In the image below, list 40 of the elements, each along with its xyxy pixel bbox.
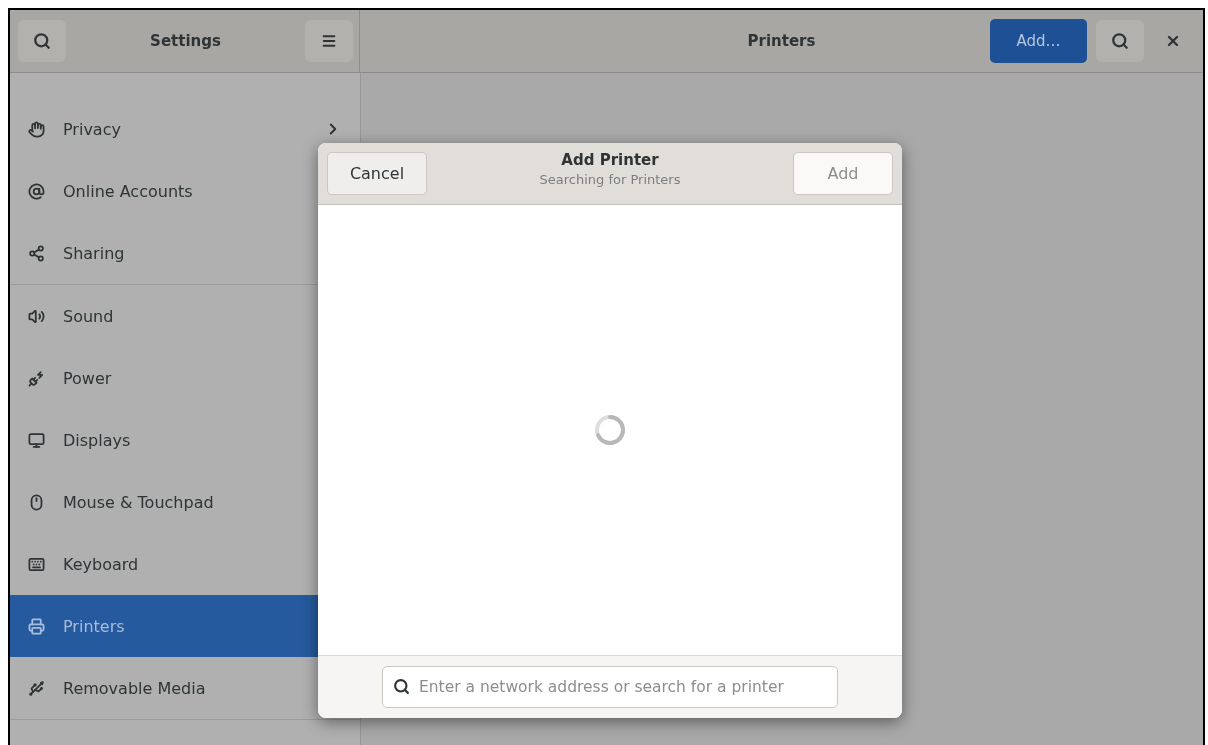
hand-icon	[28, 120, 45, 138]
sidebar-item[interactable]: Keyboard	[10, 533, 360, 595]
keyboard-icon	[28, 555, 45, 573]
sidebar-label: Removable Media	[63, 678, 207, 698]
close-icon	[1165, 33, 1181, 49]
menu-icon	[321, 33, 337, 49]
sidebar-item[interactable]: Power	[10, 347, 360, 409]
dialog-title: Add Printer	[561, 151, 659, 169]
mouse-icon	[28, 493, 45, 511]
search-field[interactable]: Enter a network address or search for a printer	[382, 666, 838, 708]
speaker-icon	[28, 307, 45, 325]
sidebar-item[interactable]: Sound	[10, 285, 360, 347]
add-button[interactable]: Add…	[990, 19, 1087, 63]
sidebar-item[interactable]: Removable Media	[10, 657, 360, 719]
sidebar-label: Sound	[63, 306, 115, 326]
search-button[interactable]	[1096, 20, 1144, 62]
menu-button[interactable]	[305, 20, 353, 62]
at-sign-icon	[28, 182, 45, 200]
search-button[interactable]	[18, 20, 66, 62]
search-icon	[33, 32, 51, 50]
sidebar-label: Power	[63, 368, 113, 388]
search-icon	[1111, 32, 1129, 50]
page-title: Printers	[747, 32, 816, 50]
printer-icon	[28, 617, 45, 635]
sidebar-label: Sharing	[63, 243, 126, 263]
sidebar-label: Keyboard	[63, 554, 140, 574]
sidebar-label: Privacy	[63, 119, 122, 139]
sidebar-item[interactable]: Displays	[10, 409, 360, 471]
share-icon	[28, 244, 45, 262]
sidebar-label: Printers	[63, 616, 126, 636]
dialog-subtitle: Searching for Printers	[539, 172, 681, 187]
cancel-button[interactable]: Cancel	[327, 152, 427, 195]
sidebar-item[interactable]: Sharing	[10, 222, 360, 284]
plug-icon	[28, 369, 45, 387]
sidebar-label: Displays	[63, 430, 132, 450]
sidebar-label: Mouse & Touchpad	[63, 492, 215, 512]
monitor-icon	[28, 431, 45, 449]
sidebar-item[interactable]: Mouse & Touchpad	[10, 471, 360, 533]
sidebar-label: Online Accounts	[63, 181, 194, 201]
sidebar-title: Settings	[150, 32, 221, 50]
